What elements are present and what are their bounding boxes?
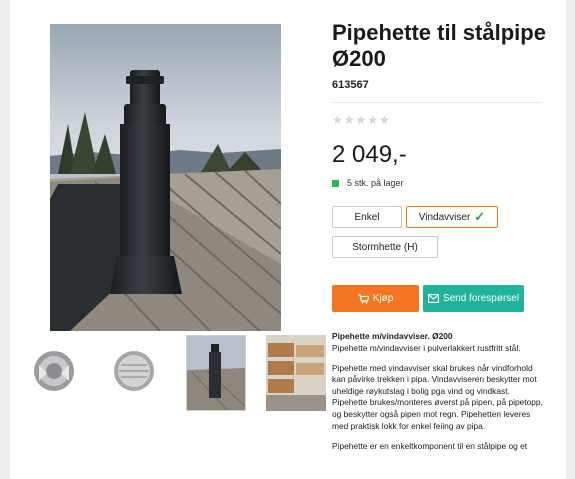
main-product-image[interactable] bbox=[50, 24, 281, 331]
description-subheading: Pipehette m/vindavviser i pulverlakkert … bbox=[332, 342, 521, 353]
in-stock-indicator-icon bbox=[332, 179, 339, 187]
description-heading: Pipehette m/vindavviser. Ø200 bbox=[332, 331, 453, 341]
variant-label: Vindavviser bbox=[418, 211, 471, 223]
description-paragraph: Pipehette er en enkeltkomponent til en s… bbox=[332, 440, 528, 451]
divider bbox=[332, 102, 542, 103]
variant-option-vindavviser[interactable]: Vindavviser ✓ bbox=[406, 206, 498, 228]
product-description: Pipehette m/vindavviser. Ø200 Pipehette … bbox=[332, 331, 546, 461]
thumbnail-cap-top[interactable] bbox=[30, 335, 90, 411]
buy-button-label: Kjøp bbox=[372, 293, 394, 304]
roof-photo-thumb bbox=[187, 336, 246, 411]
thumbnail-strip bbox=[30, 335, 326, 411]
product-title: Pipehette til stålpipe Ø200 bbox=[332, 20, 546, 71]
chimney-photo bbox=[50, 24, 281, 331]
buy-button[interactable]: Kjøp bbox=[332, 285, 419, 312]
variant-label: Enkel bbox=[354, 211, 380, 223]
check-icon: ✓ bbox=[474, 209, 486, 224]
product-price: 2 049,- bbox=[332, 141, 407, 168]
stock-text: 5 stk. på lager bbox=[347, 178, 404, 188]
rating-stars[interactable]: ★★★★★ bbox=[332, 113, 391, 127]
cap-top-image bbox=[34, 351, 74, 391]
description-paragraph: Pipehette med vindavviser skal brukes nå… bbox=[332, 362, 543, 431]
product-card: Pipehette til stålpipe Ø200 613567 ★★★★★… bbox=[10, 0, 566, 479]
cap-angle-image bbox=[114, 351, 154, 391]
variant-option-stormhette[interactable]: Stormhette (H) bbox=[332, 236, 438, 258]
send-request-button[interactable]: Send forespørsel bbox=[423, 285, 524, 312]
cart-icon bbox=[357, 293, 369, 304]
send-request-label: Send forespørsel bbox=[442, 293, 520, 304]
thumbnail-warehouse[interactable] bbox=[266, 335, 326, 411]
stock-status: 5 stk. på lager bbox=[332, 178, 404, 188]
variant-option-enkel[interactable]: Enkel bbox=[332, 206, 402, 228]
thumbnail-cap-angle[interactable] bbox=[110, 335, 170, 411]
product-sku: 613567 bbox=[332, 79, 369, 91]
warehouse-image bbox=[266, 335, 326, 411]
thumbnail-roof-photo[interactable] bbox=[186, 335, 246, 411]
variant-label: Stormhette (H) bbox=[352, 241, 418, 253]
envelope-icon bbox=[427, 294, 439, 303]
